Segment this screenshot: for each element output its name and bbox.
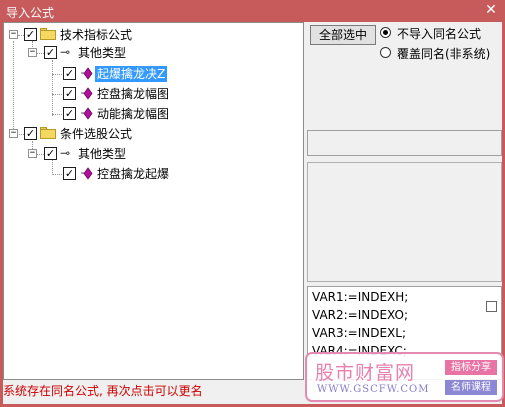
tree-node-label: 其他类型 [78, 46, 127, 60]
tree-node-condition-formulas[interactable]: − ✓ 条件选股公式 [4, 126, 204, 142]
tree-node-formula[interactable]: ✓ 动能擒龙幅图 [4, 106, 204, 122]
formula-icon [81, 67, 93, 80]
watermark-site-name: 股市财富网 [315, 362, 416, 384]
tree-node-formula[interactable]: ✓ 控盘擒龙幅图 [4, 86, 204, 102]
tree-checkbox[interactable]: ✓ [63, 87, 76, 100]
tree-checkbox[interactable]: ✓ [44, 46, 57, 59]
status-message: 系统存在同名公式, 再次点击可以更名 [3, 384, 203, 398]
watermark-logo: 股市财富网 WWW.GSCFW.COM 指标分享 名师课程 [305, 352, 504, 402]
folder-icon [40, 28, 56, 40]
radio-skip-label: 不导入同名公式 [397, 27, 482, 41]
radio-overwrite-label: 覆盖同名(非系统) [397, 47, 491, 61]
tree-checkbox[interactable]: ✓ [24, 28, 37, 41]
code-line: VAR3:=INDEXL; [312, 326, 407, 340]
tree-node-label: 技术指标公式 [60, 28, 133, 42]
collapse-icon[interactable]: − [28, 48, 37, 57]
code-line: VAR1:=INDEXH; [312, 290, 409, 304]
tree-checkbox[interactable]: ✓ [24, 127, 37, 140]
watermark-tag: 名师课程 [445, 380, 497, 395]
title-bar: 导入公式 ✕ [0, 0, 505, 22]
window-title: 导入公式 [6, 6, 55, 20]
formula-tree[interactable]: − ✓ 技术指标公式 − ✓ ⊸ 其他类型 ✓ 起爆擒龙决Z ✓ 控盘擒龙幅图 … [3, 22, 304, 380]
tree-node-label: 动能擒龙幅图 [97, 107, 170, 121]
tree-node-label: 起爆擒龙决Z [95, 66, 168, 82]
formula-icon [81, 167, 93, 180]
code-view-checkbox[interactable] [486, 301, 497, 312]
radio-skip-duplicates[interactable] [380, 27, 391, 38]
tree-checkbox[interactable]: ✓ [63, 107, 76, 120]
tree-node-label: 控盘擒龙幅图 [97, 87, 170, 101]
radio-overwrite[interactable] [380, 47, 391, 58]
watermark-tag: 指标分享 [445, 360, 497, 375]
dialog-client: − ✓ 技术指标公式 − ✓ ⊸ 其他类型 ✓ 起爆擒龙决Z ✓ 控盘擒龙幅图 … [3, 22, 504, 404]
tree-checkbox[interactable]: ✓ [63, 167, 76, 180]
tree-node-other-type[interactable]: − ✓ ⊸ 其他类型 [4, 45, 204, 61]
tree-node-label: 条件选股公式 [60, 127, 133, 141]
info-panel [307, 162, 502, 282]
select-all-button[interactable]: 全部选中 [310, 25, 376, 45]
key-icon: ⊸ [60, 45, 71, 59]
tree-checkbox[interactable]: ✓ [44, 147, 57, 160]
tree-node-formula[interactable]: ✓ 控盘擒龙起爆 [4, 166, 204, 182]
tree-node-formula[interactable]: ✓ 起爆擒龙决Z [4, 66, 204, 82]
watermark-url: WWW.GSCFW.COM [317, 384, 430, 395]
formula-icon [81, 107, 93, 120]
folder-icon [40, 127, 56, 139]
tree-node-other-type[interactable]: − ✓ ⊸ 其他类型 [4, 146, 204, 162]
collapse-icon[interactable]: − [28, 149, 37, 158]
formula-icon [81, 87, 93, 100]
tree-checkbox[interactable]: ✓ [63, 67, 76, 80]
collapse-icon[interactable]: − [9, 30, 18, 39]
close-icon[interactable]: ✕ [483, 2, 499, 18]
collapse-icon[interactable]: − [9, 129, 18, 138]
description-field[interactable] [307, 130, 502, 156]
tree-node-label: 控盘擒龙起爆 [97, 167, 170, 181]
key-icon: ⊸ [60, 146, 71, 160]
tree-node-label: 其他类型 [78, 147, 127, 161]
tree-node-tech-formulas[interactable]: − ✓ 技术指标公式 [4, 27, 204, 43]
code-line: VAR2:=INDEXO; [312, 308, 408, 322]
